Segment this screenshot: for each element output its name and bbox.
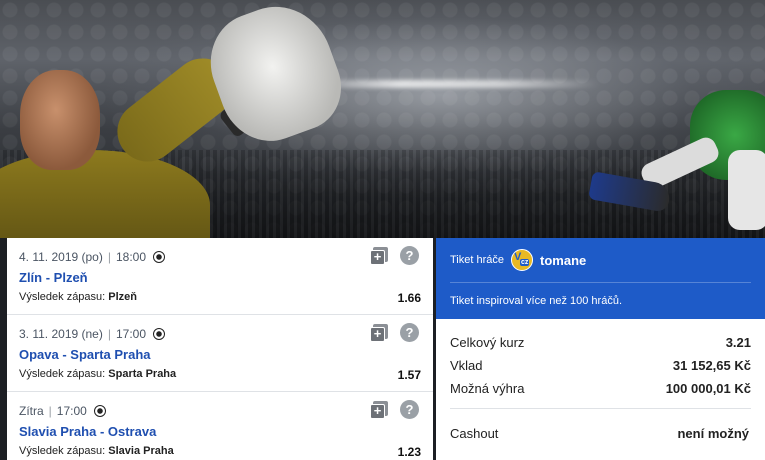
soccer-ball-icon [153, 251, 165, 263]
ticket-panel: Tiket hráče V cz tomane Tiket inspiroval… [436, 238, 765, 460]
stake-label: Vklad [450, 358, 483, 373]
match-teams-link[interactable]: Zlín - Plzeň [19, 269, 421, 286]
add-to-ticket-icon[interactable]: + [370, 246, 388, 265]
cashout-row: Cashout není možný [450, 409, 751, 457]
possible-win-row: Možná výhra 100 000,01 Kč [450, 377, 751, 400]
match-odd: 1.57 [397, 368, 421, 382]
result-value: Slavia Praha [108, 445, 174, 457]
meta-separator: | [48, 404, 52, 418]
cashout-label: Cashout [450, 425, 499, 441]
match-meta: Zítra | 17:00 [19, 404, 421, 418]
meta-separator: | [107, 250, 111, 264]
help-icon[interactable]: ? [400, 323, 419, 342]
soccer-ball-icon [93, 405, 106, 417]
goalkeeper-head [20, 70, 100, 170]
match-teams-link[interactable]: Slavia Praha - Ostrava [19, 423, 421, 440]
add-to-ticket-icon[interactable]: + [370, 400, 388, 419]
result-value: Plzeň [108, 291, 138, 303]
total-odds-row: Celkový kurz 3.21 [450, 331, 751, 354]
total-odds-value: 3.21 [725, 335, 751, 350]
player-sock [728, 150, 765, 230]
match-teams-link[interactable]: Opava - Sparta Praha [19, 346, 421, 363]
match-date: 3. 11. 2019 (ne) [19, 327, 103, 341]
stake-value: 31 152,65 Kč [672, 358, 751, 373]
match-meta: 3. 11. 2019 (ne) | 17:00 [19, 327, 421, 341]
match-meta: 4. 11. 2019 (po) | 18:00 [19, 250, 421, 264]
match-item: 4. 11. 2019 (po) | 18:00 Zlín - Plzeň Vý… [7, 238, 433, 315]
match-odd: 1.23 [397, 445, 421, 459]
ticket-body: Celkový kurz 3.21 Vklad 31 152,65 Kč Mož… [436, 319, 765, 457]
result-label: Výsledek zápasu: [19, 368, 106, 380]
player-label: Tiket hráče [450, 254, 505, 266]
match-result: Výsledek zápasu: Slavia Praha 1.23 [19, 445, 421, 459]
soccer-ball-icon [153, 328, 165, 340]
match-time: 17:00 [115, 327, 146, 341]
result-value: Sparta Praha [108, 368, 177, 380]
match-date: 4. 11. 2019 (po) [19, 250, 103, 264]
ticket-header: Tiket hráče V cz tomane Tiket inspiroval… [436, 238, 765, 319]
hero-banner [0, 0, 765, 238]
match-actions: + ? [370, 246, 419, 265]
help-icon[interactable]: ? [400, 400, 419, 419]
possible-win-value: 100 000,01 Kč [665, 381, 751, 396]
total-odds-label: Celkový kurz [450, 335, 525, 350]
match-item: Zítra | 17:00 Slavia Praha - Ostrava Výs… [7, 392, 433, 460]
match-time: 17:00 [56, 404, 87, 418]
match-result: Výsledek zápasu: Sparta Praha 1.57 [19, 368, 421, 382]
help-icon[interactable]: ? [400, 246, 419, 265]
stake-row: Vklad 31 152,65 Kč [450, 354, 751, 377]
ticket-summary: Celkový kurz 3.21 Vklad 31 152,65 Kč Mož… [450, 319, 751, 409]
player-name-link[interactable]: tomane [540, 253, 586, 268]
inspired-text: Tiket inspiroval více než 100 hráčů. [450, 295, 623, 307]
match-time: 18:00 [115, 250, 146, 264]
match-odd: 1.66 [397, 291, 421, 305]
stadium-lights [300, 80, 600, 88]
add-to-ticket-icon[interactable]: + [370, 323, 388, 342]
result-label: Výsledek zápasu: [19, 291, 106, 303]
result-label: Výsledek zápasu: [19, 445, 106, 457]
meta-separator: | [107, 327, 111, 341]
match-list: 4. 11. 2019 (po) | 18:00 Zlín - Plzeň Vý… [7, 238, 433, 460]
match-actions: + ? [370, 400, 419, 419]
match-date: Zítra [19, 404, 44, 418]
cashout-value: není možný [677, 425, 749, 441]
match-item: 3. 11. 2019 (ne) | 17:00 Opava - Sparta … [7, 315, 433, 392]
ticket-player-row: Tiket hráče V cz tomane [450, 238, 751, 283]
match-actions: + ? [370, 323, 419, 342]
match-result: Výsledek zápasu: Plzeň 1.66 [19, 291, 421, 305]
player-avatar[interactable]: V cz [511, 249, 534, 271]
possible-win-label: Možná výhra [450, 381, 525, 396]
